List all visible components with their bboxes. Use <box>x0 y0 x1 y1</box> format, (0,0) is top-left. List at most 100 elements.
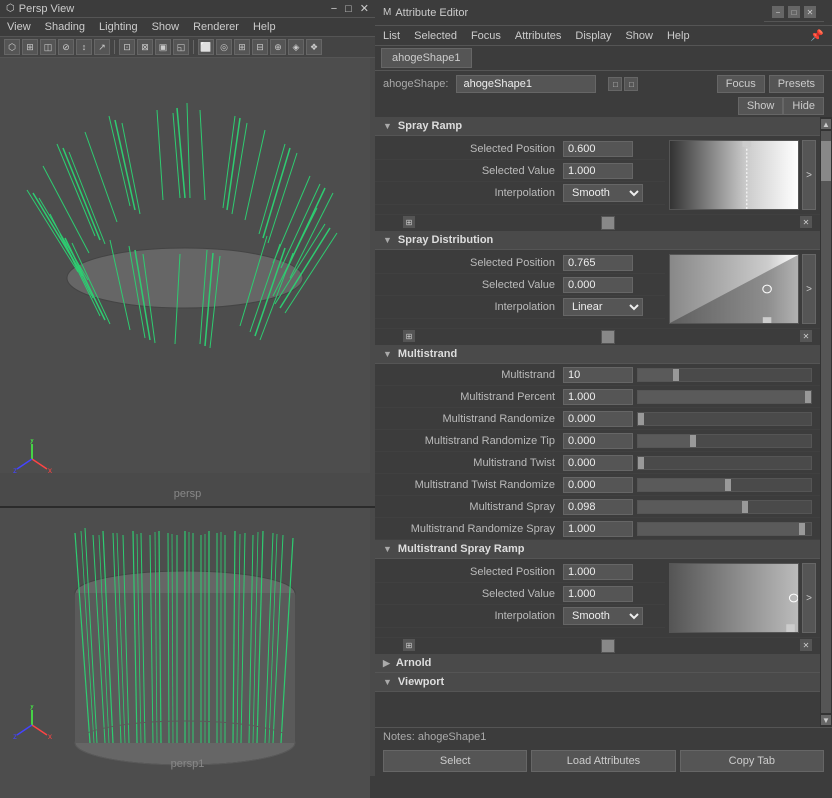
slider-knob-0[interactable] <box>673 369 679 381</box>
multistrand-field-6[interactable] <box>563 499 633 515</box>
ramp-icon-3[interactable]: ✕ <box>800 216 812 228</box>
slider-knob-7[interactable] <box>799 523 805 535</box>
menu-show[interactable]: Show <box>149 20 183 34</box>
maximize-btn[interactable]: □ <box>345 3 352 15</box>
ms-ramp-icon-3[interactable]: ✕ <box>800 639 812 651</box>
dist-icon-2[interactable] <box>601 330 615 344</box>
slider-track-7[interactable] <box>637 522 812 536</box>
section-multistrand-spray-ramp[interactable]: ▼ Multistrand Spray Ramp <box>375 540 820 559</box>
multistrand-slider-5[interactable] <box>637 478 812 492</box>
slider-knob-2[interactable] <box>638 413 644 425</box>
slider-track-0[interactable] <box>637 368 812 382</box>
multistrand-field-1[interactable] <box>563 389 633 405</box>
viewport-persp1[interactable]: x y z persp1 <box>0 508 375 776</box>
attr-maximize-btn[interactable]: □ <box>788 6 800 18</box>
attr-menu-selected[interactable]: Selected <box>412 29 459 43</box>
toolbar-btn-7[interactable]: ⊡ <box>119 39 135 55</box>
attr-menu-attributes[interactable]: Attributes <box>513 29 563 43</box>
ms-ramp-icon-1[interactable]: ⊞ <box>403 639 415 651</box>
multistrand-field-3[interactable] <box>563 433 633 449</box>
spray-dist-interp-select[interactable]: Linear Smooth Spline Step <box>563 298 643 316</box>
spray-ramp-val-field[interactable] <box>563 163 633 179</box>
multistrand-slider-1[interactable] <box>637 390 812 404</box>
spray-dist-canvas[interactable] <box>669 254 799 324</box>
multistrand-slider-7[interactable] <box>637 522 812 536</box>
multistrand-field-7[interactable] <box>563 521 633 537</box>
toolbar-btn-8[interactable]: ⊠ <box>137 39 153 55</box>
dist-icon-3[interactable]: ✕ <box>800 330 812 342</box>
attr-close-btn[interactable]: ✕ <box>804 6 816 18</box>
menu-view[interactable]: View <box>4 20 34 34</box>
slider-knob-4[interactable] <box>638 457 644 469</box>
ms-spray-ramp-nav-btn[interactable]: > <box>802 563 816 633</box>
close-btn[interactable]: ✕ <box>360 2 369 15</box>
section-multistrand[interactable]: ▼ Multistrand <box>375 345 820 364</box>
copy-tab-button[interactable]: Copy Tab <box>680 750 824 772</box>
attr-menu-focus[interactable]: Focus <box>469 29 503 43</box>
scrollbar-up-btn[interactable]: ▲ <box>821 119 831 129</box>
scrollbar-thumb[interactable] <box>821 141 831 181</box>
toolbar-btn-14[interactable]: ⊟ <box>252 39 268 55</box>
scrollbar-down-btn[interactable]: ▼ <box>821 715 831 725</box>
ramp-icon-2[interactable] <box>601 216 615 230</box>
multistrand-slider-3[interactable] <box>637 434 812 448</box>
spray-ramp-pos-field[interactable] <box>563 141 633 157</box>
spray-ramp-interp-select[interactable]: Smooth Linear Spline Step <box>563 184 643 202</box>
toolbar-btn-13[interactable]: ⊞ <box>234 39 250 55</box>
menu-lighting[interactable]: Lighting <box>96 20 141 34</box>
toolbar-btn-9[interactable]: ▣ <box>155 39 171 55</box>
spray-ramp-canvas[interactable] <box>669 140 799 210</box>
section-spray-distribution[interactable]: ▼ Spray Distribution <box>375 231 820 250</box>
menu-help[interactable]: Help <box>250 20 279 34</box>
multistrand-slider-2[interactable] <box>637 412 812 426</box>
toolbar-btn-12[interactable]: ◎ <box>216 39 232 55</box>
slider-knob-3[interactable] <box>690 435 696 447</box>
toolbar-btn-5[interactable]: ↕ <box>76 39 92 55</box>
toolbar-btn-6[interactable]: ↗ <box>94 39 110 55</box>
multistrand-slider-6[interactable] <box>637 500 812 514</box>
scrollbar-track[interactable] <box>821 131 831 713</box>
toolbar-btn-3[interactable]: ◫ <box>40 39 56 55</box>
ms-spray-ramp-interp-select[interactable]: Smooth Linear Spline Step <box>563 607 643 625</box>
attr-content-scroll[interactable]: ▼ Spray Ramp Selected Position Selected … <box>375 117 820 727</box>
ms-ramp-icon-2[interactable] <box>601 639 615 653</box>
slider-knob-5[interactable] <box>725 479 731 491</box>
ms-spray-ramp-canvas[interactable] <box>669 563 799 633</box>
node-connect-btn-2[interactable]: □ <box>624 77 638 91</box>
multistrand-field-5[interactable] <box>563 477 633 493</box>
slider-knob-6[interactable] <box>742 501 748 513</box>
spray-dist-nav-btn[interactable]: > <box>802 254 816 324</box>
attr-minimize-btn[interactable]: − <box>772 6 784 18</box>
toolbar-btn-10[interactable]: ◱ <box>173 39 189 55</box>
show-button[interactable]: Show <box>738 97 784 115</box>
attr-node-value-field[interactable] <box>456 75 596 93</box>
attr-pin-icon[interactable]: 📌 <box>808 28 826 43</box>
multistrand-slider-4[interactable] <box>637 456 812 470</box>
viewport-persp[interactable]: x y z persp <box>0 58 375 508</box>
slider-track-2[interactable] <box>637 412 812 426</box>
section-viewport[interactable]: ▼ Viewport <box>375 673 820 692</box>
multistrand-field-0[interactable] <box>563 367 633 383</box>
node-connect-btn-1[interactable]: □ <box>608 77 622 91</box>
attr-tab-ahogeshape1[interactable]: ahogeShape1 <box>381 48 472 68</box>
toolbar-btn-11[interactable]: ⬜ <box>198 39 214 55</box>
toolbar-btn-15[interactable]: ⊕ <box>270 39 286 55</box>
dist-icon-1[interactable]: ⊞ <box>403 330 415 342</box>
slider-track-1[interactable] <box>637 390 812 404</box>
multistrand-field-2[interactable] <box>563 411 633 427</box>
multistrand-field-4[interactable] <box>563 455 633 471</box>
attr-menu-display[interactable]: Display <box>573 29 613 43</box>
toolbar-btn-1[interactable]: ⬡ <box>4 39 20 55</box>
attr-menu-list[interactable]: List <box>381 29 402 43</box>
section-spray-ramp[interactable]: ▼ Spray Ramp <box>375 117 820 136</box>
attr-scrollbar[interactable]: ▲ ▼ <box>820 117 832 727</box>
spray-dist-val-field[interactable] <box>563 277 633 293</box>
spray-dist-pos-field[interactable] <box>563 255 633 271</box>
multistrand-slider-0[interactable] <box>637 368 812 382</box>
toolbar-btn-2[interactable]: ⊞ <box>22 39 38 55</box>
slider-track-5[interactable] <box>637 478 812 492</box>
slider-track-3[interactable] <box>637 434 812 448</box>
select-button[interactable]: Select <box>383 750 527 772</box>
toolbar-btn-17[interactable]: ❖ <box>306 39 322 55</box>
minimize-btn[interactable]: − <box>331 3 337 15</box>
